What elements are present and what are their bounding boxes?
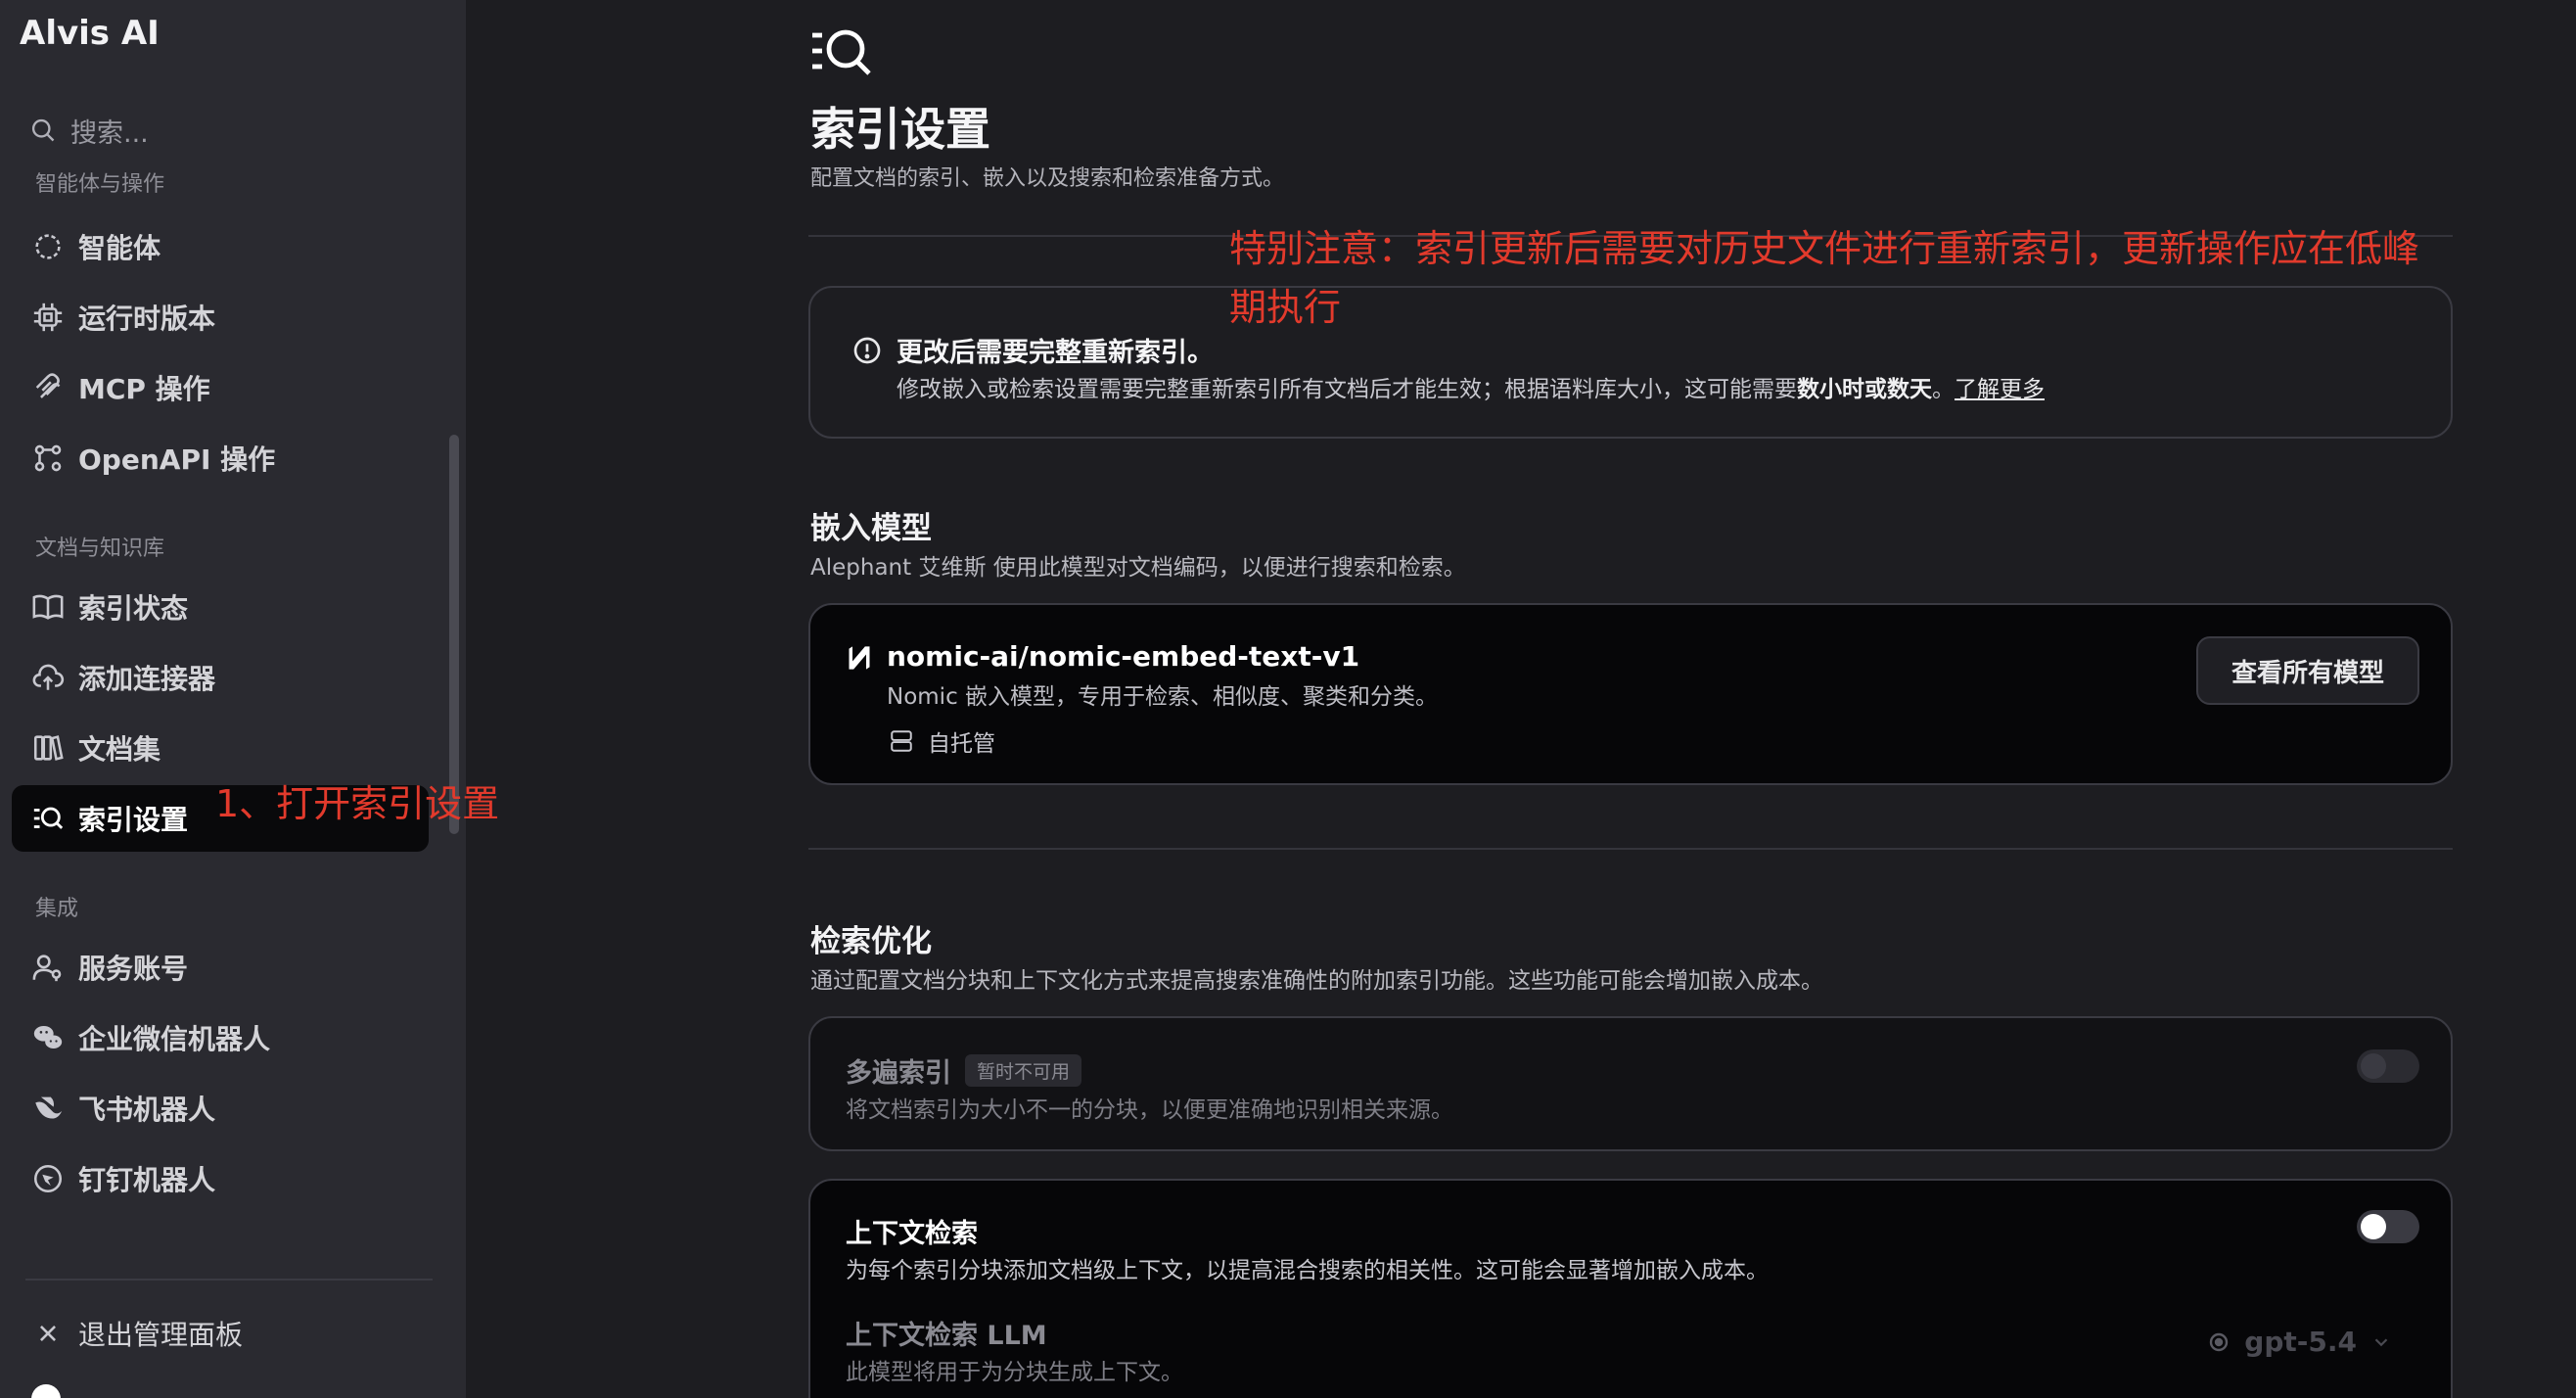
index-search-icon bbox=[33, 807, 64, 829]
contextual-description: 为每个索引分块添加文档级上下文，以提高混合搜索的相关性。这可能会显著增加嵌入成本… bbox=[846, 1258, 1769, 1283]
page-title: 索引设置 bbox=[810, 103, 990, 156]
toggle-knob bbox=[2361, 1053, 2386, 1079]
warning-title-text: 更改后需要完整重新索引。 bbox=[897, 338, 1214, 368]
contextual-toggle[interactable] bbox=[2357, 1210, 2419, 1243]
model-host: 自托管 bbox=[889, 724, 995, 758]
app-root: Alvis AI 搜索... 智能体与操作 智能体 运行时版本 MCP 操作 O… bbox=[0, 0, 2576, 1398]
exit-admin-button[interactable]: 退出管理面板 bbox=[12, 1300, 429, 1367]
sidebar-item-index-status[interactable]: 索引状态 bbox=[12, 574, 429, 640]
unavailable-badge: 暂时不可用 bbox=[965, 1054, 1082, 1087]
sidebar-item-label: 钉钉机器人 bbox=[78, 1164, 216, 1196]
view-all-models-button[interactable]: 查看所有模型 bbox=[2196, 636, 2419, 705]
sidebar-item-label: 索引状态 bbox=[78, 592, 189, 625]
section-label-docs: 文档与知识库 bbox=[35, 536, 165, 561]
sidebar-item-label: MCP 操作 bbox=[78, 373, 210, 405]
exit-admin-label: 退出管理面板 bbox=[78, 1319, 244, 1351]
doc-set-icon bbox=[33, 735, 64, 761]
multipass-toggle[interactable] bbox=[2357, 1049, 2419, 1083]
page-subtitle: 配置文档的索引、嵌入以及搜索和检索准备方式。 bbox=[810, 166, 1285, 191]
mcp-icon bbox=[35, 373, 61, 398]
contextual-llm-title: 上下文检索 LLM bbox=[846, 1321, 1047, 1351]
server-icon bbox=[891, 730, 912, 752]
cloud-upload-icon bbox=[32, 664, 65, 690]
chip-icon bbox=[33, 303, 63, 332]
warning-body-suffix: 。 bbox=[1932, 377, 1955, 402]
sidebar-item-label: 运行时版本 bbox=[78, 303, 216, 335]
openai-icon bbox=[2210, 1332, 2229, 1351]
dingtalk-icon bbox=[33, 1164, 63, 1193]
model-name: nomic-ai/nomic-embed-text-v1 bbox=[887, 640, 1360, 673]
annotation-reindex-note: 特别注意：索引更新后需要对历史文件进行重新索引，更新操作应在低峰期执行 bbox=[1229, 227, 2420, 329]
close-icon bbox=[40, 1326, 56, 1341]
info-circle-icon bbox=[853, 337, 881, 363]
embedding-section-subtitle: Alephant 艾维斯 使用此模型对文档编码，以便进行搜索和检索。 bbox=[810, 555, 1466, 581]
sidebar-item-service-accounts[interactable]: 服务账号 bbox=[12, 934, 429, 1001]
sidebar-item-label: 企业微信机器人 bbox=[78, 1023, 271, 1055]
index-search-icon bbox=[812, 29, 871, 75]
user-key-icon bbox=[32, 955, 62, 982]
search-placeholder: 搜索... bbox=[70, 117, 149, 149]
sidebar-item-label: 索引设置 bbox=[78, 804, 189, 836]
sidebar-item-wechat-bot[interactable]: 企业微信机器人 bbox=[12, 1004, 429, 1071]
sidebar-item-runtime[interactable]: 运行时版本 bbox=[12, 284, 429, 350]
agent-icon bbox=[35, 234, 61, 259]
sidebar-item-label: 文档集 bbox=[78, 733, 161, 766]
section-label-agents: 智能体与操作 bbox=[35, 172, 164, 196]
multipass-description: 将文档索引为大小不一的分块，以便更准确地识别相关来源。 bbox=[846, 1097, 1453, 1123]
sidebar-item-dingtalk-bot[interactable]: 钉钉机器人 bbox=[12, 1145, 429, 1212]
warning-body-prefix: 修改嵌入或检索设置需要完整重新索引所有文档后才能生效；根据语料库大小，这可能需要 bbox=[897, 377, 1797, 402]
sidebar-item-label: 智能体 bbox=[78, 232, 161, 264]
contextual-llm-description: 此模型将用于为分块生成上下文。 bbox=[846, 1360, 1183, 1385]
openapi-icon bbox=[34, 444, 62, 472]
model-description: Nomic 嵌入模型，专用于检索、相似度、聚类和分类。 bbox=[887, 684, 1439, 710]
feishu-icon bbox=[35, 1096, 63, 1119]
sidebar-item-feishu-bot[interactable]: 飞书机器人 bbox=[12, 1075, 429, 1142]
section-label-integrations: 集成 bbox=[35, 897, 79, 921]
avatar[interactable] bbox=[31, 1384, 61, 1398]
contextual-retrieval-card: 上下文检索 为每个索引分块添加文档级上下文，以提高混合搜索的相关性。这可能会显著… bbox=[808, 1179, 2453, 1398]
search-icon bbox=[31, 118, 55, 142]
wechat-icon bbox=[33, 1025, 63, 1049]
model-host-label: 自托管 bbox=[928, 731, 995, 757]
sidebar-item-add-connector[interactable]: 添加连接器 bbox=[12, 644, 429, 711]
book-icon bbox=[32, 594, 64, 620]
retrieval-section-title: 检索优化 bbox=[810, 924, 932, 959]
sidebar-item-doc-sets[interactable]: 文档集 bbox=[12, 715, 429, 781]
sidebar-search[interactable]: 搜索... bbox=[29, 110, 149, 151]
nomic-logo-icon bbox=[849, 646, 870, 670]
retrieval-section-subtitle: 通过配置文档分块和上下文化方式来提高搜索准确性的附加索引功能。这些功能可能会增加… bbox=[810, 968, 1823, 994]
warning-body-bold: 数小时或数天 bbox=[1797, 377, 1932, 402]
contextual-llm-select[interactable]: gpt-5.4 bbox=[2207, 1326, 2392, 1358]
toggle-knob bbox=[2361, 1214, 2386, 1239]
multipass-title-text: 多遍索引 bbox=[846, 1058, 951, 1089]
sidebar-item-mcp[interactable]: MCP 操作 bbox=[12, 354, 429, 421]
embedding-model-card: nomic-ai/nomic-embed-text-v1 Nomic 嵌入模型，… bbox=[808, 603, 2453, 785]
learn-more-link[interactable]: 了解更多 bbox=[1955, 377, 2045, 402]
llm-select-value: gpt-5.4 bbox=[2244, 1326, 2357, 1358]
multipass-title: 多遍索引 暂时不可用 bbox=[846, 1051, 1082, 1090]
sidebar: Alvis AI 搜索... 智能体与操作 智能体 运行时版本 MCP 操作 O… bbox=[0, 0, 466, 1398]
warning-title: 更改后需要完整重新索引。 bbox=[851, 331, 1214, 369]
sidebar-divider bbox=[25, 1279, 433, 1281]
main-content: 索引设置 配置文档的索引、嵌入以及搜索和检索准备方式。 更改后需要完整重新索引。… bbox=[466, 0, 2576, 1398]
embedding-section-title: 嵌入模型 bbox=[810, 511, 932, 546]
sidebar-item-label: OpenAPI 操作 bbox=[78, 443, 276, 476]
warning-body: 修改嵌入或检索设置需要完整重新索引所有文档后才能生效；根据语料库大小，这可能需要… bbox=[897, 370, 2045, 403]
contextual-title: 上下文检索 bbox=[846, 1219, 978, 1249]
brand-logo: Alvis AI bbox=[20, 14, 160, 53]
sidebar-item-label: 服务账号 bbox=[78, 953, 189, 985]
sidebar-item-label: 飞书机器人 bbox=[78, 1094, 216, 1126]
divider bbox=[808, 848, 2453, 850]
chevron-down-icon bbox=[2374, 1337, 2388, 1346]
multipass-indexing-card: 多遍索引 暂时不可用 将文档索引为大小不一的分块，以便更准确地识别相关来源。 bbox=[808, 1016, 2453, 1151]
sidebar-item-label: 添加连接器 bbox=[78, 663, 216, 695]
sidebar-item-openapi[interactable]: OpenAPI 操作 bbox=[12, 425, 429, 491]
section-label-agents-text: 智能体与操作 bbox=[35, 172, 165, 196]
sidebar-item-agents[interactable]: 智能体 bbox=[12, 213, 429, 280]
annotation-open-index-settings: 1、打开索引设置 bbox=[215, 782, 500, 825]
